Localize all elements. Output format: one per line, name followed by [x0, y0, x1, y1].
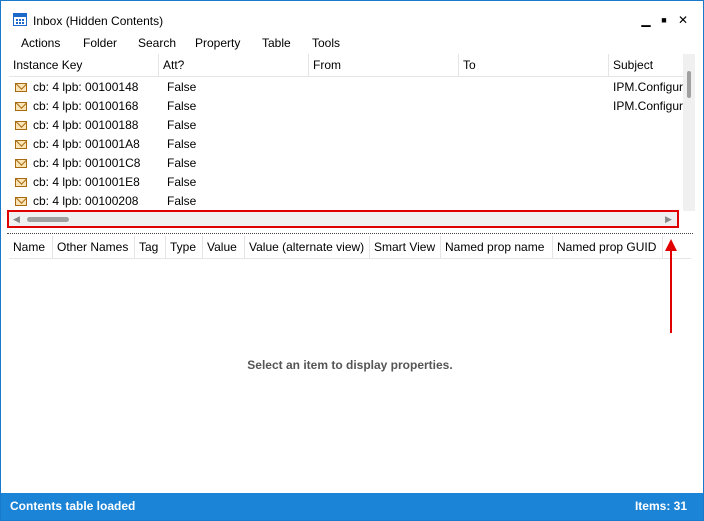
status-message: Contents table loaded — [10, 499, 136, 513]
subject-cell: IPM.Configuration — [613, 99, 687, 113]
column-header-named-prop-name[interactable]: Named prop name — [441, 236, 553, 258]
column-header-other-names[interactable]: Other Names — [53, 236, 135, 258]
table-row[interactable]: cb: 4 lpb: 00100188 False — [9, 116, 687, 135]
table-row[interactable]: cb: 4 lpb: 001001A8 False — [9, 135, 687, 154]
subject-cell: IPM.Configuration — [613, 80, 687, 94]
empty-properties-message: Select an item to display properties. — [247, 358, 453, 372]
item-count: Items: 31 — [634, 499, 687, 513]
column-header-to[interactable]: To — [459, 54, 609, 76]
table-row[interactable]: cb: 4 lpb: 00100168 False IPM.Configurat… — [9, 97, 687, 116]
message-envelope-icon — [15, 121, 27, 130]
properties-table: Name Other Names Tag Type Value Value (a… — [9, 236, 691, 493]
message-envelope-icon — [15, 178, 27, 187]
menu-tools[interactable]: Tools — [312, 36, 340, 50]
contents-table-header: Instance Key Att? From To Subject — [9, 54, 687, 77]
instance-key-cell: cb: 4 lpb: 001001E8 — [33, 175, 140, 189]
maximize-button[interactable]: ■ — [655, 11, 673, 29]
message-envelope-icon — [15, 140, 27, 149]
scrollbar-highlight-box — [7, 210, 679, 228]
att-cell: False — [167, 175, 197, 189]
att-cell: False — [167, 118, 197, 132]
message-envelope-icon — [15, 102, 27, 111]
column-header-type[interactable]: Type — [166, 236, 203, 258]
instance-key-cell: cb: 4 lpb: 001001A8 — [33, 137, 140, 151]
menu-table[interactable]: Table — [262, 36, 291, 50]
message-envelope-icon — [15, 83, 27, 92]
menu-property[interactable]: Property — [195, 36, 240, 50]
table-row[interactable]: cb: 4 lpb: 00100148 False IPM.Configurat… — [9, 78, 687, 97]
pane-splitter[interactable] — [7, 233, 693, 234]
instance-key-cell: cb: 4 lpb: 00100168 — [33, 99, 139, 113]
column-header-instance-key[interactable]: Instance Key — [9, 54, 159, 76]
menu-search[interactable]: Search — [138, 36, 176, 50]
close-button[interactable]: ✕ — [674, 11, 692, 29]
menu-actions[interactable]: Actions — [21, 36, 60, 50]
table-row[interactable]: cb: 4 lpb: 00100208 False — [9, 192, 687, 211]
att-cell: False — [167, 194, 197, 208]
properties-table-header: Name Other Names Tag Type Value Value (a… — [9, 236, 691, 259]
message-envelope-icon — [15, 159, 27, 168]
instance-key-cell: cb: 4 lpb: 00100188 — [33, 118, 139, 132]
column-header-value[interactable]: Value — [203, 236, 245, 258]
status-bar: Contents table loaded Items: 31 — [1, 493, 703, 520]
menu-bar: Actions Folder Search Property Table Too… — [1, 34, 703, 52]
vertical-scroll-thumb[interactable] — [687, 71, 691, 98]
app-grid-icon — [13, 13, 27, 26]
att-cell: False — [167, 80, 197, 94]
title-bar: Inbox (Hidden Contents) ▁ ■ ✕ — [1, 1, 703, 31]
att-cell: False — [167, 156, 197, 170]
minimize-button[interactable]: ▁ — [637, 11, 655, 29]
column-header-named-prop-guid[interactable]: Named prop GUID — [553, 236, 663, 258]
column-header-name[interactable]: Name — [9, 236, 53, 258]
table-row[interactable]: cb: 4 lpb: 001001C8 False — [9, 154, 687, 173]
contents-vertical-scrollbar[interactable] — [683, 54, 695, 211]
contents-table: Instance Key Att? From To Subject cb: 4 … — [9, 54, 687, 211]
att-cell: False — [167, 137, 197, 151]
instance-key-cell: cb: 4 lpb: 00100208 — [33, 194, 139, 208]
window-title: Inbox (Hidden Contents) — [33, 14, 164, 28]
menu-folder[interactable]: Folder — [83, 36, 117, 50]
instance-key-cell: cb: 4 lpb: 001001C8 — [33, 156, 141, 170]
column-header-att[interactable]: Att? — [159, 54, 309, 76]
column-header-smart-view[interactable]: Smart View — [370, 236, 441, 258]
column-header-value-alternate[interactable]: Value (alternate view) — [245, 236, 370, 258]
column-header-subject[interactable]: Subject — [609, 54, 687, 76]
mfcmapi-window: Inbox (Hidden Contents) ▁ ■ ✕ Actions Fo… — [0, 0, 704, 521]
message-envelope-icon — [15, 197, 27, 206]
red-arrow-line — [670, 249, 672, 333]
column-header-tag[interactable]: Tag — [135, 236, 166, 258]
instance-key-cell: cb: 4 lpb: 00100148 — [33, 80, 139, 94]
att-cell: False — [167, 99, 197, 113]
table-row[interactable]: cb: 4 lpb: 001001E8 False — [9, 173, 687, 192]
column-header-from[interactable]: From — [309, 54, 459, 76]
